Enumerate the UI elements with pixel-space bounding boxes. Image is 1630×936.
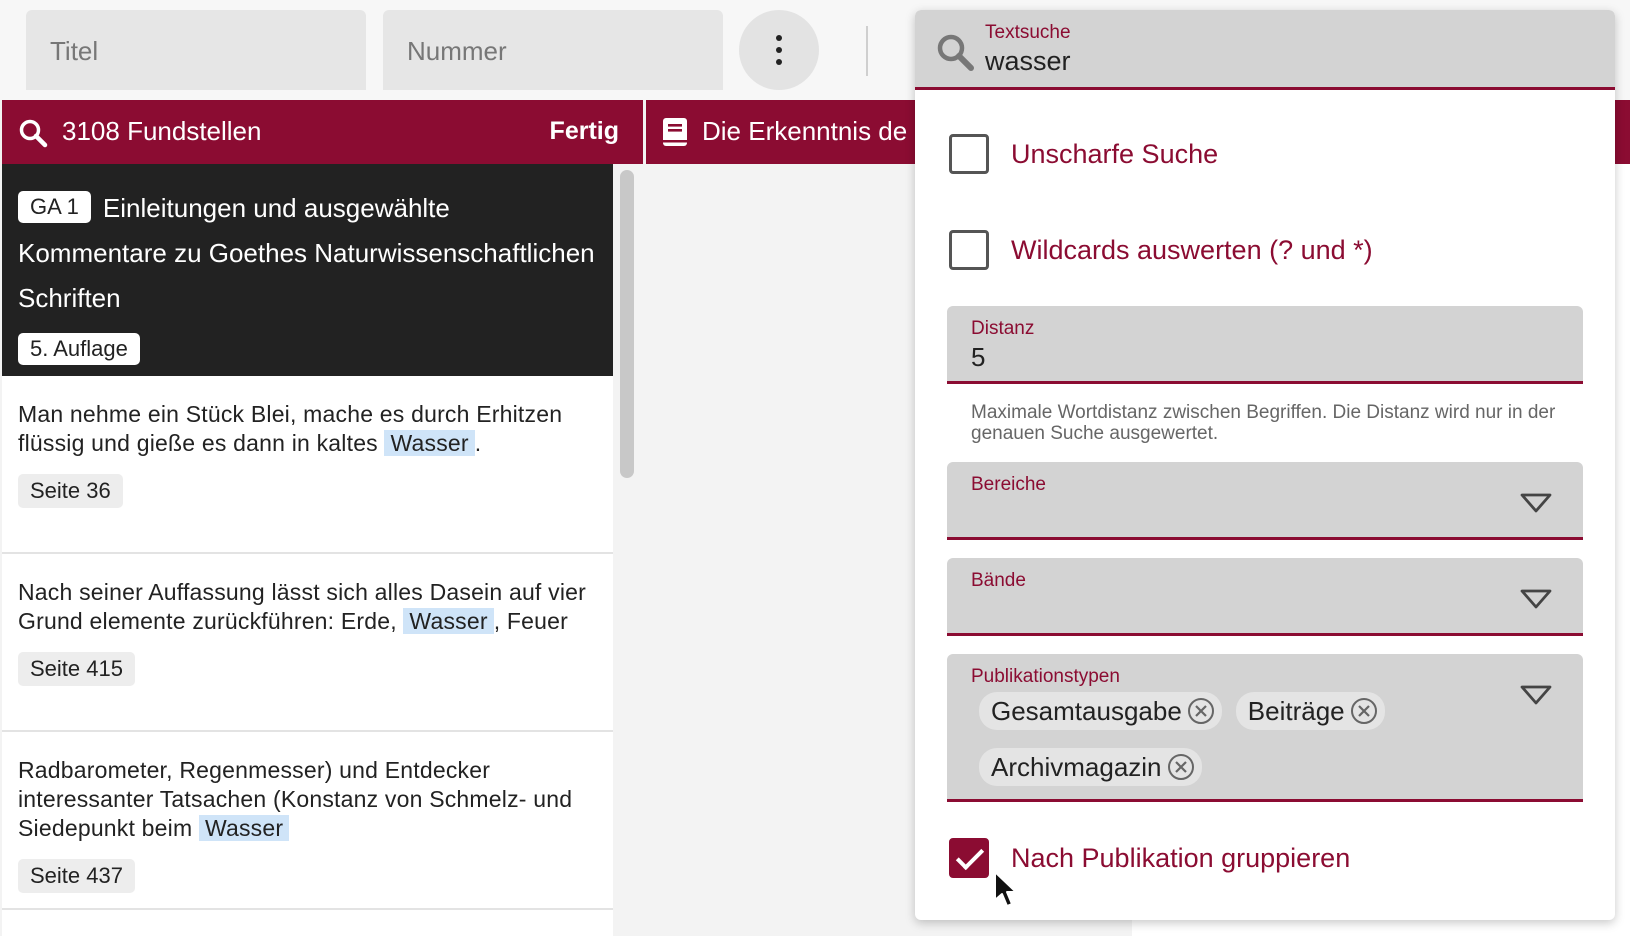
result-snippet: Nach seiner Auffassung lässt sich alles … (18, 579, 586, 634)
fuzzy-search-checkbox[interactable] (949, 134, 989, 174)
results-scrollbar[interactable] (620, 170, 634, 478)
fuzzy-search-option[interactable]: Unscharfe Suche (949, 134, 1218, 174)
dropdown-triangle-icon (1520, 493, 1552, 513)
divider (866, 26, 868, 76)
publication-title: Einleitungen und ausgewählte Kommentare … (18, 193, 595, 313)
dropdown-triangle-icon (1520, 685, 1552, 705)
text-search-value[interactable]: wasser (985, 46, 1071, 77)
distance-label: Distanz (971, 318, 1035, 339)
match-highlight: Wasser (198, 815, 290, 841)
result-snippet: Radbarometer, Regenmesser) und Entdecker… (18, 757, 573, 841)
result-item[interactable]: Radbarometer, Regenmesser) und Entdecker… (2, 732, 613, 910)
title-input[interactable]: Titel (26, 10, 366, 90)
book-icon (663, 118, 687, 146)
results-header: 3108 Fundstellen Fertig (2, 100, 643, 164)
publication-types-label: Publikationstypen (971, 666, 1120, 687)
publication-types-select[interactable]: Publikationstypen Gesamtausgabe Beiträge (947, 654, 1583, 802)
results-list: GA 1 Einleitungen und ausgewählte Komment… (2, 164, 613, 936)
result-item[interactable]: Nach seiner Auffassung lässt sich alles … (2, 554, 613, 732)
remove-chip-icon[interactable] (1186, 696, 1216, 726)
wildcards-checkbox[interactable] (949, 230, 989, 270)
remove-chip-icon[interactable] (1349, 696, 1379, 726)
remove-chip-icon[interactable] (1166, 752, 1196, 782)
group-by-publication-checkbox[interactable] (949, 838, 989, 878)
chip-archivmagazin: Archivmagazin (979, 748, 1202, 786)
page-badge: Seite 415 (18, 652, 135, 686)
group-by-publication-label: Nach Publikation gruppieren (1011, 842, 1351, 873)
match-highlight: Wasser (384, 430, 475, 456)
result-item[interactable]: Man nehme ein Stück Blei, mache es durch… (2, 376, 613, 554)
document-title[interactable]: Die Erkenntnis de (702, 116, 907, 147)
distance-field[interactable]: Distanz 5 (947, 306, 1583, 384)
number-input[interactable]: Nummer (383, 10, 723, 90)
dropdown-triangle-icon (1520, 589, 1552, 609)
volume-badge: GA 1 (18, 191, 91, 223)
chip-beitraege: Beiträge (1235, 692, 1385, 730)
wildcards-option[interactable]: Wildcards auswerten (? und *) (949, 230, 1373, 270)
result-snippet: Man nehme ein Stück Blei, mache es durch… (18, 401, 563, 456)
edition-badge: 5. Auflage (18, 333, 140, 365)
text-search-field[interactable]: Textsuche wasser (915, 10, 1615, 90)
distance-value[interactable]: 5 (971, 342, 985, 373)
match-highlight: Wasser (403, 608, 494, 634)
volumes-label: Bände (971, 570, 1026, 591)
volumes-select[interactable]: Bände (947, 558, 1583, 636)
search-icon (937, 34, 974, 71)
chip-gesamtausgabe: Gesamtausgabe (979, 692, 1222, 730)
more-vert-icon (776, 35, 782, 41)
publication-group-header[interactable]: GA 1 Einleitungen und ausgewählte Komment… (2, 164, 613, 376)
page-badge: Seite 437 (18, 859, 135, 893)
areas-select[interactable]: Bereiche (947, 462, 1583, 540)
text-search-label: Textsuche (985, 22, 1071, 43)
search-icon (19, 119, 48, 148)
search-options-panel: Textsuche wasser Unscharfe Suche Wildcar… (915, 10, 1615, 920)
more-menu-button[interactable] (739, 10, 819, 90)
areas-label: Bereiche (971, 474, 1046, 495)
fuzzy-search-label: Unscharfe Suche (1011, 138, 1219, 169)
wildcards-label: Wildcards auswerten (? und *) (1011, 234, 1373, 265)
distance-hint: Maximale Wortdistanz zwischen Begriffen.… (971, 402, 1556, 444)
result-count: 3108 Fundstellen (62, 116, 262, 146)
done-button[interactable]: Fertig (550, 117, 619, 146)
chip-list: Gesamtausgabe Beiträge Archivmagazin (979, 692, 1509, 804)
mouse-pointer-icon (994, 871, 1017, 907)
page-badge: Seite 36 (18, 474, 123, 508)
